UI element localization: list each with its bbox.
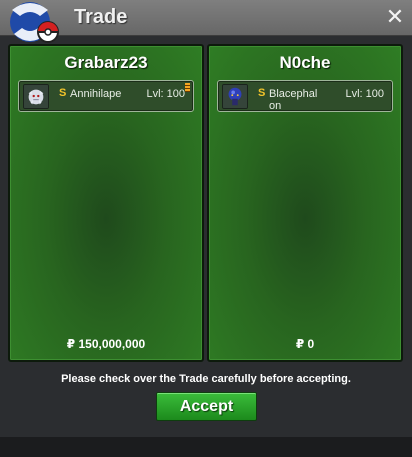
pokemon-card-right[interactable]: S Blacephalon Lvl: 100 [217,80,393,112]
close-button[interactable]: ✕ [384,5,406,29]
held-item-icon [185,83,190,92]
pokemon-name-left: Annihilape [70,88,122,100]
pokemon-level-right: Lvl: 100 [345,88,384,100]
trade-content: Grabarz23 S Annihilape Lvl: 100 ₽ 150,00… [0,36,412,457]
pokemon-level-left: Lvl: 100 [146,88,185,100]
bottom-strip [0,437,412,457]
trade-notice: Please check over the Trade carefully be… [61,373,351,385]
money-offer-right: ₽ 0 [295,337,315,351]
shiny-icon: S [59,87,67,99]
player-name-right: N0che [279,53,331,72]
pokemon-card-left[interactable]: S Annihilape Lvl: 100 [18,80,194,112]
trade-window: Trade ✕ Grabarz23 S Annihilape Lvl: 100 … [0,0,412,457]
window-title: Trade [74,6,128,28]
shiny-icon: S [258,87,266,99]
trade-panel-left: Grabarz23 S Annihilape Lvl: 100 ₽ 150,00… [8,44,204,362]
trade-panel-right: N0che S Blacephalon Lvl: 100 ₽ 0 [207,44,403,362]
annihilape-sprite-icon [23,84,49,109]
blacephalon-sprite-icon [222,84,248,109]
pokemon-name-right: Blacephalon [269,88,318,112]
accept-button[interactable]: Accept [156,392,257,421]
money-offer-left: ₽ 150,000,000 [66,337,146,351]
player-name-left: Grabarz23 [64,53,148,72]
app-logo-icon [10,2,59,43]
